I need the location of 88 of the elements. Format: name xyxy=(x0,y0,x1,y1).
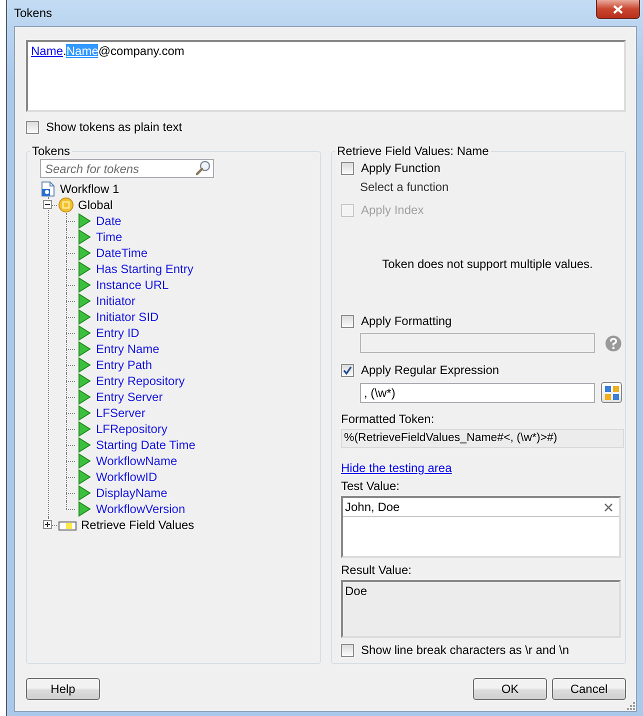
tree-item[interactable]: Entry Path xyxy=(96,357,152,373)
tree-item[interactable]: Entry ID xyxy=(96,325,140,341)
help-button[interactable]: Help xyxy=(26,678,100,700)
tree-item[interactable]: Entry Server xyxy=(96,389,163,405)
ok-button[interactable]: OK xyxy=(473,678,547,700)
play-icon xyxy=(76,309,92,325)
coin-icon xyxy=(58,197,74,213)
checkbox-label: Show line break characters as \r and \n xyxy=(361,643,570,657)
tree-item[interactable]: LFServer xyxy=(96,405,146,421)
plus-icon xyxy=(45,522,50,527)
resize-grip-icon xyxy=(626,701,635,710)
token-link[interactable]: Name xyxy=(31,44,64,58)
field-label: Result Value: xyxy=(341,563,412,577)
minus-icon xyxy=(45,202,50,207)
checkbox-label: Apply Formatting xyxy=(361,314,452,328)
tree-item[interactable]: Global xyxy=(78,197,113,213)
field-value: Doe xyxy=(345,584,368,598)
regex-field[interactable]: , (\w*) xyxy=(360,382,596,402)
close-icon xyxy=(613,4,623,14)
group-title: Tokens xyxy=(30,144,72,158)
field-value: John, Doe xyxy=(345,500,400,514)
expander-toggle[interactable] xyxy=(43,200,52,209)
tree-item[interactable]: LFRepository xyxy=(96,421,168,437)
expander-toggle[interactable] xyxy=(43,520,52,529)
editor-text: @company.com xyxy=(98,44,184,58)
checkbox-label: Apply Regular Expression xyxy=(361,363,500,377)
field-label: Formatted Token: xyxy=(341,412,436,426)
checkbox[interactable] xyxy=(341,644,354,656)
window-title: Tokens xyxy=(14,6,52,20)
token-editor[interactable]: Name.Name@company.com xyxy=(26,40,626,112)
play-icon xyxy=(76,485,92,501)
tree-item[interactable]: Has Starting Entry xyxy=(96,261,194,277)
checkbox[interactable] xyxy=(341,364,354,376)
field-label: Test Value: xyxy=(341,479,400,493)
tree-item[interactable]: WorkflowName xyxy=(96,453,178,469)
checkbox-label: Apply Function xyxy=(361,161,440,175)
editor-text: . xyxy=(63,44,66,58)
search-icon xyxy=(195,160,211,176)
play-icon xyxy=(76,293,92,309)
grid-icon xyxy=(604,386,619,400)
play-icon xyxy=(76,341,92,357)
play-icon xyxy=(76,213,92,229)
cancel-button[interactable]: Cancel xyxy=(552,678,626,700)
play-icon xyxy=(76,357,92,373)
group-title: Retrieve Field Values: Name xyxy=(335,144,491,158)
test-value-field[interactable]: John, Doe xyxy=(341,496,621,558)
play-icon xyxy=(76,245,92,261)
checkbox-label: Apply Index xyxy=(361,203,424,217)
search-field[interactable]: Search for tokens xyxy=(40,159,214,178)
play-icon xyxy=(76,501,92,517)
tree-item[interactable]: Time xyxy=(96,229,122,245)
checkbox[interactable] xyxy=(341,314,354,328)
tree-item[interactable]: Starting Date Time xyxy=(96,437,196,453)
play-icon xyxy=(76,405,92,421)
tree-item[interactable]: WorkflowID xyxy=(96,469,158,485)
play-icon xyxy=(76,373,92,389)
tree-item[interactable]: WorkflowVersion xyxy=(96,501,186,517)
tree-item[interactable]: Workflow 1 xyxy=(60,181,120,197)
play-icon xyxy=(76,389,92,405)
tree-item[interactable]: Initiator xyxy=(96,293,136,309)
close-button[interactable] xyxy=(596,0,640,19)
play-icon xyxy=(76,325,92,341)
checkbox[interactable] xyxy=(26,120,39,134)
play-icon xyxy=(76,453,92,469)
hide-testing-link[interactable]: Hide the testing area xyxy=(341,461,452,475)
checkbox[interactable] xyxy=(341,162,354,174)
tree-item[interactable]: Initiator SID xyxy=(96,309,159,325)
formatted-token-field: %(RetrieveFieldValues_Name#<, (\w*)>#) xyxy=(341,429,624,448)
play-icon xyxy=(76,261,92,277)
tree-item[interactable]: Date xyxy=(96,213,122,229)
hint-text: Select a function xyxy=(360,180,450,194)
tree-item[interactable]: DisplayName xyxy=(96,485,168,501)
builder-button[interactable] xyxy=(601,382,622,403)
checkbox-label: Show tokens as plain text xyxy=(46,120,182,134)
tree-item[interactable]: Entry Name xyxy=(96,341,160,357)
tree-item[interactable]: Entry Repository xyxy=(96,373,185,389)
play-icon xyxy=(76,421,92,437)
play-icon xyxy=(76,277,92,293)
play-icon xyxy=(76,469,92,485)
tree-item[interactable]: DateTime xyxy=(96,245,148,261)
tree-item[interactable]: Retrieve Field Values xyxy=(81,517,194,533)
tree-item[interactable]: Instance URL xyxy=(96,277,169,293)
play-icon xyxy=(76,437,92,453)
play-icon xyxy=(76,229,92,245)
help-icon xyxy=(605,334,622,352)
workflow-icon xyxy=(40,181,56,197)
message-text: Token does not support multiple values. xyxy=(381,257,594,271)
clear-icon xyxy=(604,502,613,512)
